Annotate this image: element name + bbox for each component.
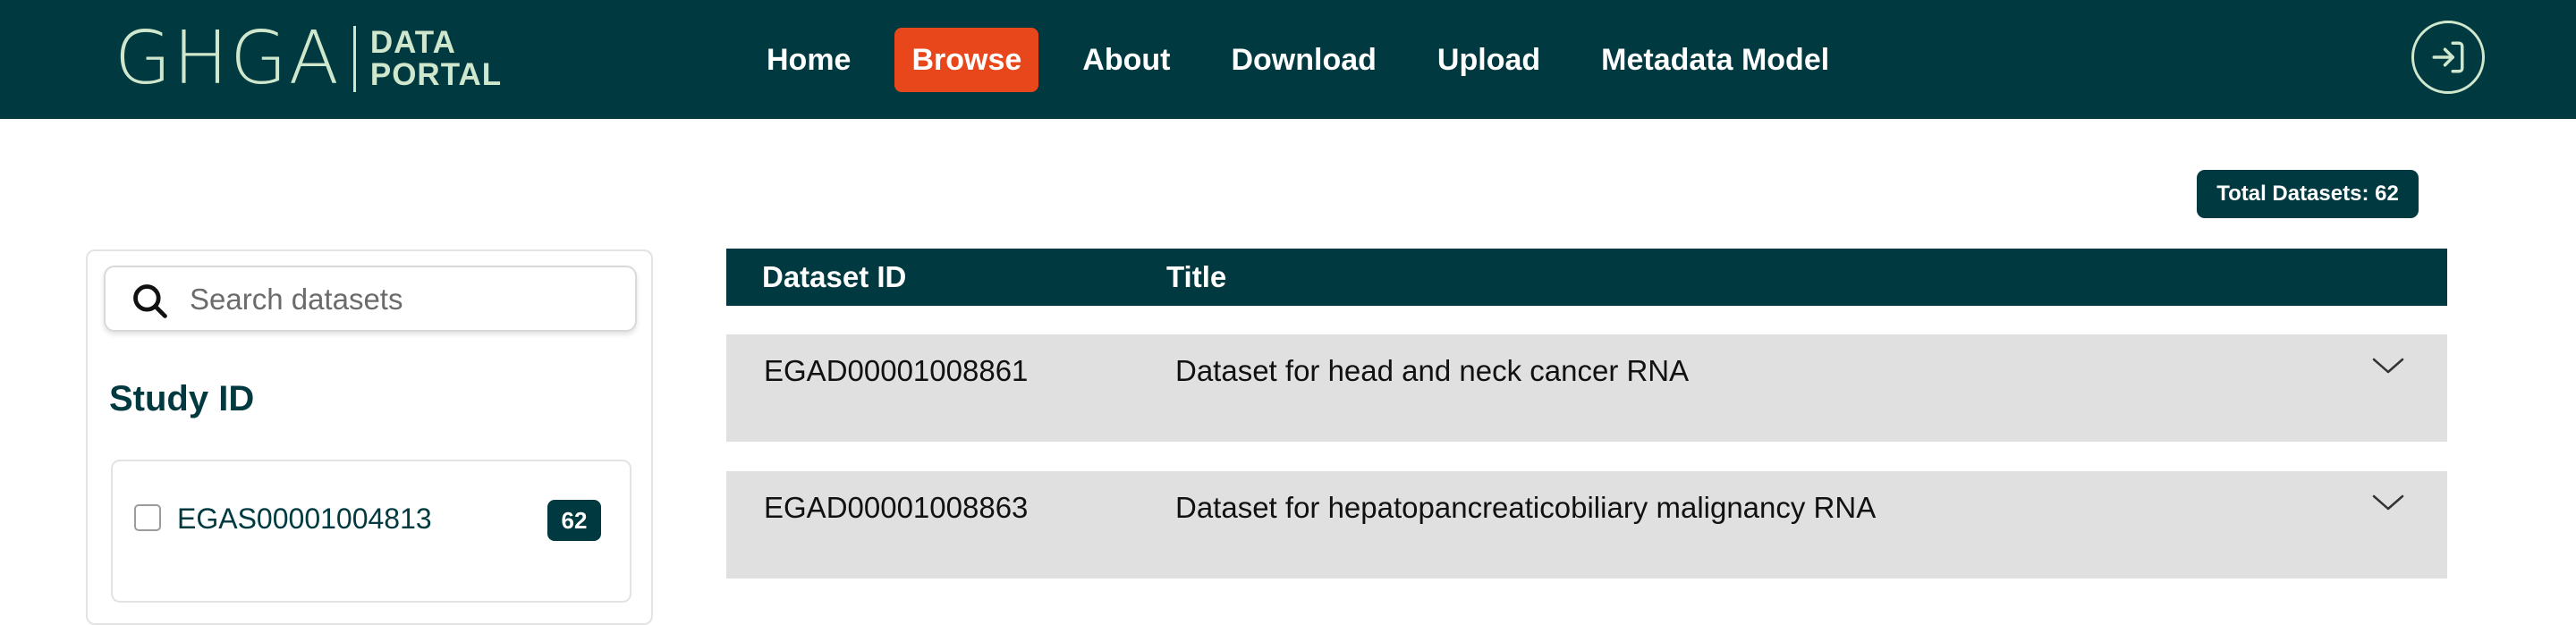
logo-mark: GHGA bbox=[114, 16, 341, 101]
nav-download[interactable]: Download bbox=[1214, 28, 1393, 92]
dataset-title-cell: Dataset for head and neck cancer RNA bbox=[1175, 354, 1690, 387]
top-navbar: GHGA DATA PORTAL Home Browse About Downl… bbox=[0, 0, 2576, 119]
dataset-id-cell: EGAD00001008861 bbox=[764, 354, 1029, 387]
dataset-id-cell: EGAD00001008863 bbox=[764, 491, 1029, 524]
logo-line-1: DATA bbox=[369, 25, 456, 60]
nav-metadata-model[interactable]: Metadata Model bbox=[1584, 28, 1846, 92]
study-checkbox[interactable] bbox=[134, 504, 161, 531]
dataset-title-cell: Dataset for hepatopancreaticobiliary mal… bbox=[1175, 491, 1877, 524]
logo-subtitle: DATA PORTAL bbox=[370, 27, 502, 91]
dataset-table-header: Dataset ID Title bbox=[726, 249, 2447, 306]
study-count-badge: 62 bbox=[547, 500, 601, 541]
filter-panel: Study ID EGAS00001004813 62 bbox=[86, 249, 653, 625]
logo-line-2: PORTAL bbox=[369, 57, 503, 92]
chevron-down-icon[interactable] bbox=[2370, 354, 2406, 377]
nav-home[interactable]: Home bbox=[750, 28, 868, 92]
total-datasets-badge: Total Datasets: 62 bbox=[2197, 170, 2419, 218]
search-input[interactable] bbox=[188, 273, 621, 326]
login-icon bbox=[2432, 41, 2464, 73]
study-id-filter-list: EGAS00001004813 62 bbox=[111, 460, 631, 603]
nav-upload[interactable]: Upload bbox=[1420, 28, 1557, 92]
study-filter-label[interactable]: EGAS00001004813 bbox=[177, 503, 432, 536]
column-header-title: Title bbox=[1166, 260, 1227, 293]
table-row[interactable]: EGAD00001008861 Dataset for head and nec… bbox=[726, 334, 2447, 442]
ghga-logo[interactable]: GHGA DATA PORTAL bbox=[114, 16, 502, 101]
nav-about[interactable]: About bbox=[1065, 28, 1187, 92]
table-row[interactable]: EGAD00001008863 Dataset for hepatopancre… bbox=[726, 471, 2447, 579]
search-box bbox=[104, 266, 637, 332]
main-nav: Home Browse About Download Upload Metada… bbox=[750, 28, 1873, 92]
column-header-dataset-id: Dataset ID bbox=[762, 260, 907, 293]
study-id-heading: Study ID bbox=[109, 379, 255, 418]
logo-divider bbox=[352, 26, 356, 92]
search-icon bbox=[133, 284, 167, 318]
chevron-down-icon[interactable] bbox=[2370, 491, 2406, 514]
login-button[interactable] bbox=[2411, 21, 2485, 94]
nav-browse[interactable]: Browse bbox=[894, 28, 1039, 92]
